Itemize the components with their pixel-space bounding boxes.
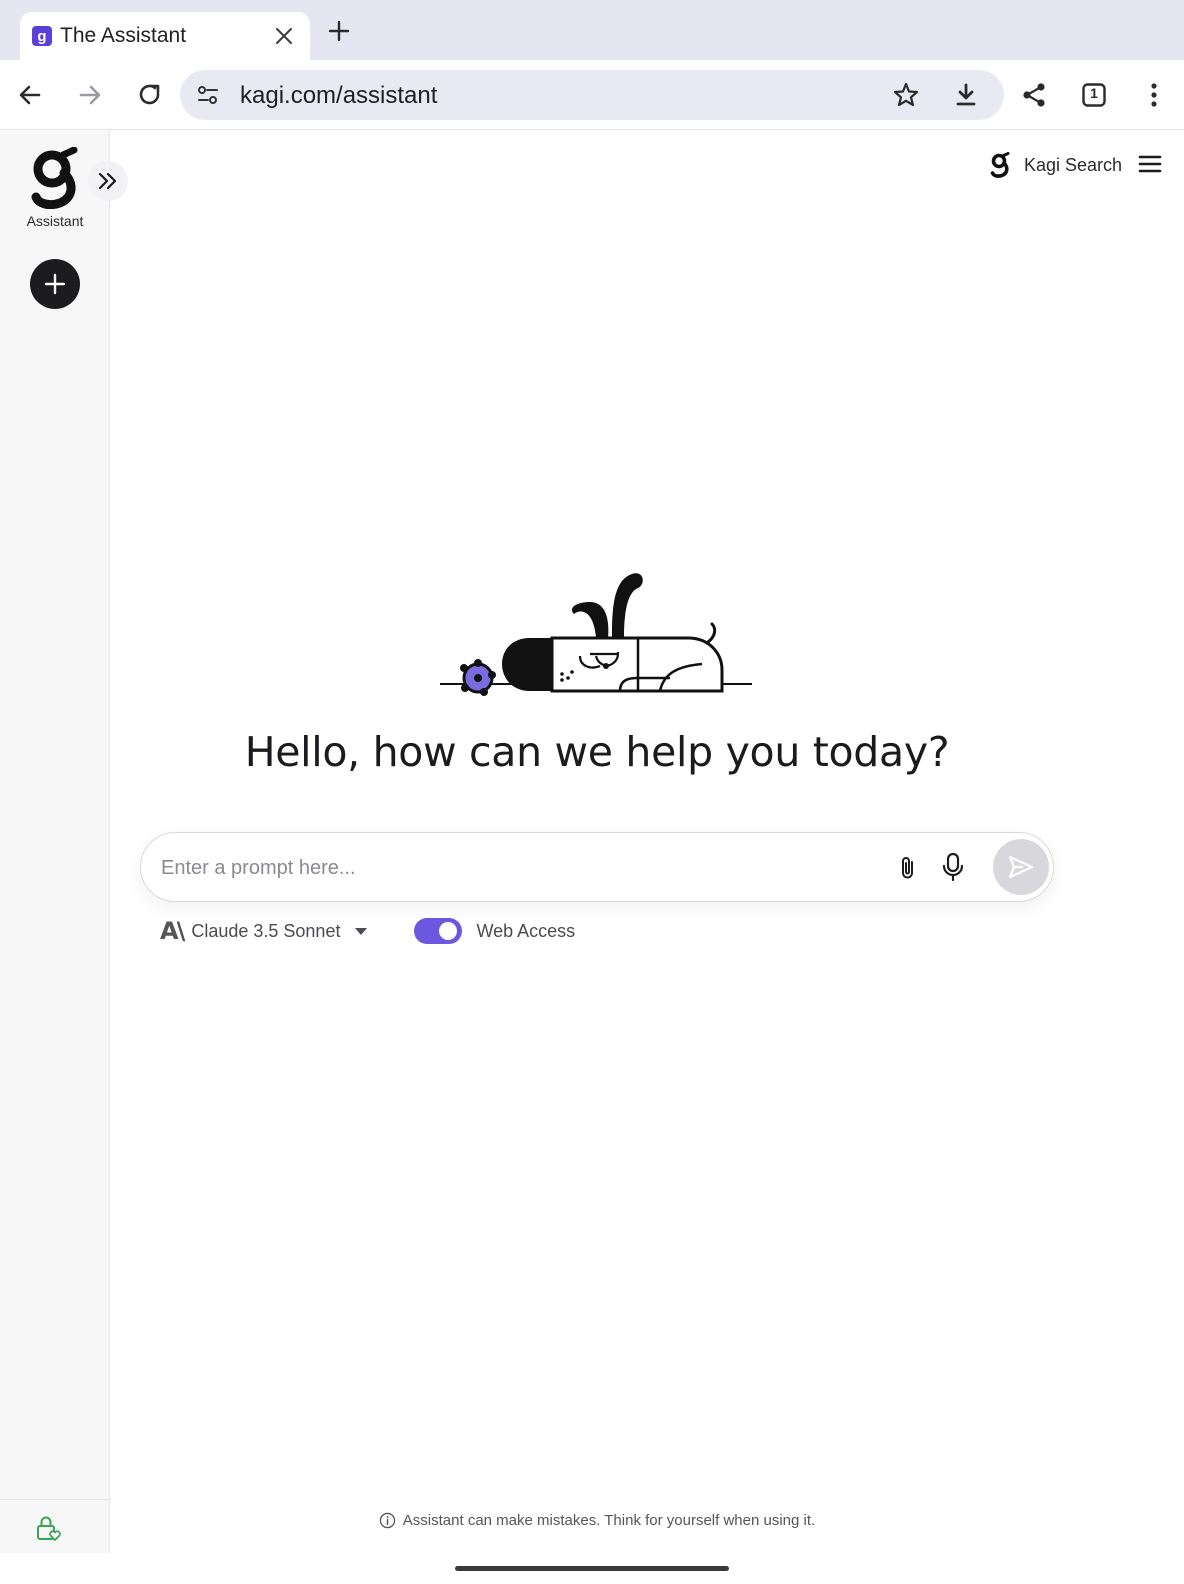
disclaimer-text: Assistant can make mistakes. Think for y…: [402, 1512, 816, 1529]
download-icon[interactable]: [952, 81, 980, 109]
tab-title: The Assistant: [60, 24, 187, 47]
tab-switcher-button[interactable]: 1: [1074, 75, 1114, 115]
tab-count: 1: [1090, 85, 1098, 101]
sleeping-dog-illustration: [440, 573, 752, 696]
tune-icon[interactable]: [196, 83, 220, 107]
paperclip-icon[interactable]: [893, 853, 923, 883]
send-button[interactable]: [993, 839, 1049, 895]
anthropic-icon: A\: [160, 917, 185, 945]
double-chevron-right-icon[interactable]: [88, 161, 128, 201]
browser-tab[interactable]: g The Assistant: [20, 12, 310, 60]
sidebar-footer: [0, 1499, 110, 1553]
caret-down-icon: [355, 928, 368, 935]
lock-heart-icon[interactable]: [34, 1514, 62, 1542]
toggle-knob: [439, 922, 458, 940]
kagi-logo-icon[interactable]: [30, 147, 80, 209]
plus-icon: [44, 273, 66, 295]
model-label: Claude 3.5 Sonnet: [191, 920, 341, 941]
arrow-right-icon[interactable]: [70, 75, 110, 115]
share-icon[interactable]: [1014, 75, 1054, 115]
reload-icon[interactable]: [130, 75, 170, 115]
microphone-icon[interactable]: [937, 851, 969, 883]
kagi-g-icon: [990, 152, 1010, 178]
model-selector[interactable]: A\ Claude 3.5 Sonnet: [160, 917, 368, 945]
hamburger-icon[interactable]: [1136, 150, 1164, 178]
kagi-search-link[interactable]: Kagi Search: [990, 148, 1122, 182]
address-bar[interactable]: kagi.com/assistant: [180, 70, 1004, 120]
more-vertical-icon[interactable]: [1134, 75, 1174, 115]
new-tab-plus-icon[interactable]: [322, 14, 356, 48]
star-icon[interactable]: [892, 81, 920, 109]
sidebar: Assistant: [0, 131, 128, 1553]
send-icon: [1008, 855, 1034, 879]
page-title: Hello, how can we help you today?: [244, 728, 950, 776]
close-icon[interactable]: [270, 22, 298, 50]
new-chat-button[interactable]: [30, 259, 80, 309]
browser-tabstrip: g The Assistant: [0, 0, 1184, 60]
kagi-search-label: Kagi Search: [1024, 154, 1123, 175]
tab-favicon-icon: g: [32, 26, 52, 46]
logo-label: Assistant: [26, 213, 84, 229]
prompt-input[interactable]: [161, 851, 861, 885]
prompt-options: A\ Claude 3.5 Sonnet Web Access: [160, 914, 575, 948]
disclaimer: Assistant can make mistakes. Think for y…: [110, 1512, 1084, 1529]
url-text[interactable]: kagi.com/assistant: [240, 82, 437, 110]
browser-toolbar: kagi.com/assistant 1: [0, 60, 1184, 130]
home-indicator[interactable]: [455, 1566, 729, 1571]
web-access-label: Web Access: [476, 920, 576, 941]
web-access-toggle[interactable]: [414, 918, 463, 944]
arrow-left-icon[interactable]: [10, 75, 50, 115]
prompt-box: [140, 832, 1054, 902]
info-icon: [379, 1512, 396, 1529]
